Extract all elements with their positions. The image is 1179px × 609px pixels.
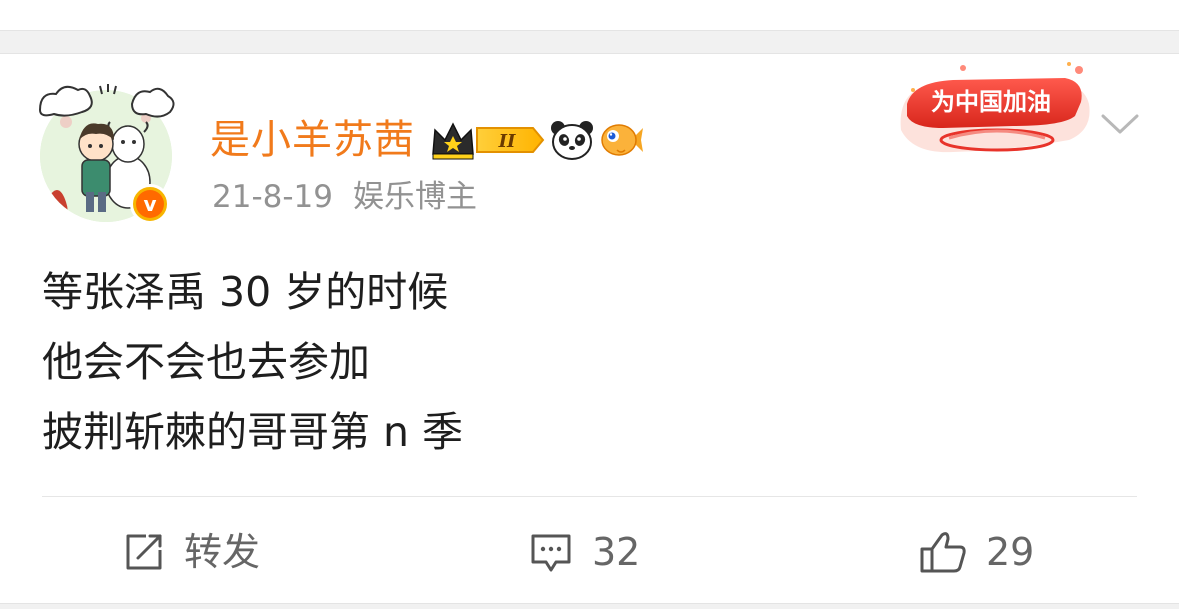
thumbs-up-icon <box>920 532 966 573</box>
level-badge-text: II <box>498 131 516 152</box>
weibo-post-card[interactable]: v 是小羊苏茜 II 21-8-19 娱乐博主 为中国加油 等张泽禹 30 岁的… <box>0 54 1179 605</box>
post-content: 等张泽禹 30 岁的时候 他会不会也去参加 披荆斩棘的哥哥第 n 季 <box>42 268 464 456</box>
cheer-china-badge-icon: 为中国加油 <box>900 62 1090 153</box>
post-actions-bar: 转发 32 29 <box>0 524 1179 580</box>
crown-icon[interactable]: II <box>429 118 545 162</box>
actions-divider <box>42 496 1137 497</box>
bottom-separator <box>0 603 1179 609</box>
panda-icon[interactable] <box>549 118 595 162</box>
post-meta: 21-8-19 娱乐博主 <box>212 182 477 213</box>
comment-button[interactable]: 32 <box>528 524 640 580</box>
more-options-chevron[interactable] <box>1100 110 1140 138</box>
comment-count: 32 <box>592 530 641 574</box>
post-date: 21-8-19 <box>212 179 333 215</box>
user-badges: II <box>429 118 649 162</box>
share-edit-icon <box>126 534 162 570</box>
author-identity: 娱乐博主 <box>353 179 477 215</box>
like-button[interactable]: 29 <box>918 524 1034 580</box>
promo-text: 为中国加油 <box>931 88 1051 116</box>
avatar[interactable]: v <box>36 82 178 227</box>
card-separator <box>0 30 1179 54</box>
user-row: 是小羊苏茜 II <box>210 114 649 166</box>
promo-badge[interactable]: 为中国加油 <box>893 60 1093 164</box>
username[interactable]: 是小羊苏茜 <box>210 120 415 160</box>
comment-icon <box>531 534 571 572</box>
repost-label: 转发 <box>184 530 261 574</box>
like-count: 29 <box>986 530 1035 574</box>
chevron-down-icon <box>1101 114 1139 134</box>
verified-v-icon: v <box>136 190 164 218</box>
repost-button[interactable]: 转发 <box>122 524 260 580</box>
previous-card-bottom <box>0 0 1179 30</box>
goldfish-icon[interactable] <box>599 118 645 162</box>
verified-badge: v <box>130 184 170 224</box>
